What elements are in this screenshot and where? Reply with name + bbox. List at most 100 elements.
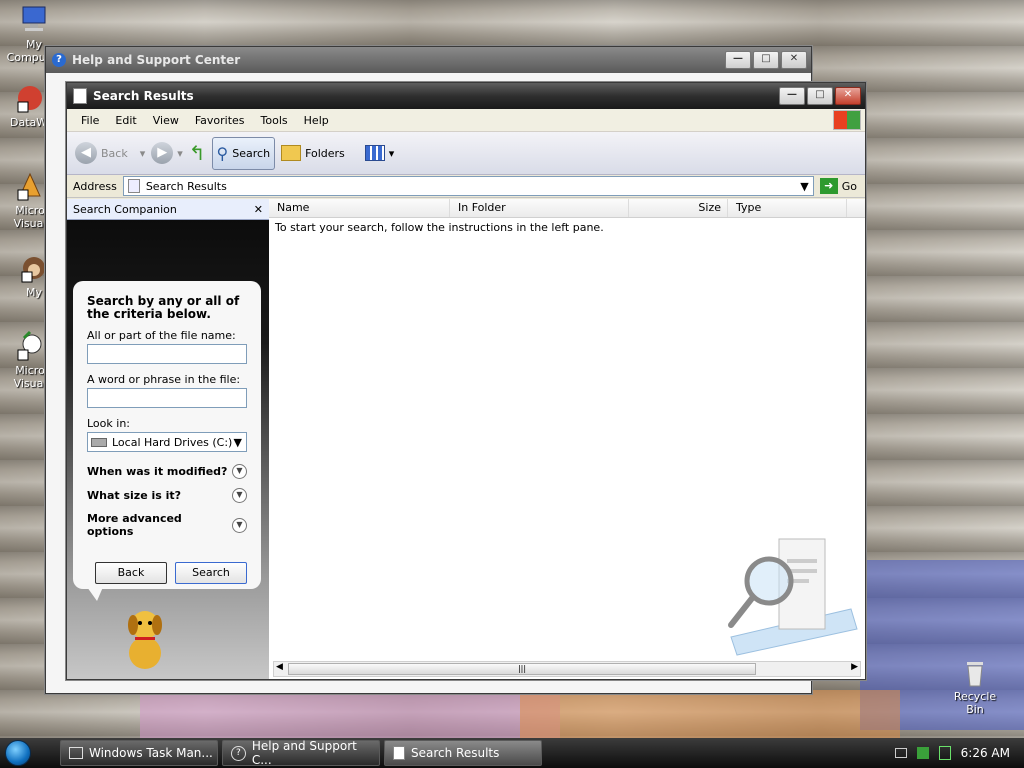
- chevron-down-icon: ▾: [388, 146, 395, 160]
- close-icon[interactable]: ✕: [254, 203, 263, 216]
- address-bar: Address Search Results ▼ ➜ Go: [67, 175, 865, 198]
- forward-arrow-icon: ▶: [151, 142, 174, 164]
- address-input[interactable]: Search Results ▼: [122, 176, 814, 196]
- search-companion-title: Search Companion: [73, 202, 177, 216]
- folders-button[interactable]: Folders: [281, 145, 345, 161]
- file-name-label: All or part of the file name:: [87, 329, 236, 342]
- expand-chevron-icon: ▼: [232, 517, 247, 533]
- option-label: What size is it?: [87, 489, 182, 502]
- visual-studio-icon: [14, 170, 46, 202]
- column-type[interactable]: Type: [728, 199, 847, 217]
- desktop-icon-label: My: [25, 286, 42, 299]
- taskbar-search-results[interactable]: Search Results: [384, 740, 542, 766]
- column-size[interactable]: Size: [629, 199, 728, 217]
- column-name[interactable]: Name: [269, 199, 450, 217]
- magnifier-icon: ⚲: [216, 143, 229, 163]
- desktop-icon-recycle-bin[interactable]: Recycle Bin: [944, 656, 1006, 716]
- column-in-folder[interactable]: In Folder: [450, 199, 629, 217]
- phrase-input[interactable]: [87, 388, 247, 408]
- window-title: Search Results: [93, 89, 194, 103]
- up-folder-button[interactable]: ↰: [189, 141, 206, 165]
- menu-view[interactable]: View: [145, 114, 187, 127]
- balloon-tail: [87, 587, 103, 601]
- taskbar-task-manager[interactable]: Windows Task Man...: [60, 740, 218, 766]
- option-size[interactable]: What size is it? ▼: [87, 488, 247, 503]
- taskbar-help-support[interactable]: ? Help and Support C...: [222, 739, 380, 767]
- search-dog-icon: [117, 603, 173, 673]
- task-label: Search Results: [411, 746, 500, 760]
- address-dropdown-arrow[interactable]: ▼: [800, 180, 808, 193]
- search-companion-pane: Search Companion ✕ Search by any or all …: [67, 199, 269, 679]
- keyboard-icon[interactable]: [894, 748, 907, 758]
- back-button[interactable]: ◀ Back ▾: [75, 142, 145, 164]
- go-button[interactable]: ➜ Go: [819, 178, 857, 194]
- close-button[interactable]: ✕: [835, 87, 861, 105]
- look-in-select[interactable]: Local Hard Drives (C:) ▼: [87, 432, 247, 452]
- start-button[interactable]: [0, 738, 36, 768]
- look-in-value: Local Hard Drives (C:): [112, 435, 233, 449]
- minimize-button[interactable]: —: [725, 51, 751, 69]
- monitor-icon[interactable]: [938, 746, 951, 760]
- search-toolbar-button[interactable]: ⚲ Search: [211, 136, 276, 170]
- task-label: Windows Task Man...: [89, 746, 213, 760]
- search-companion-header: Search Companion ✕: [67, 199, 269, 220]
- horizontal-scrollbar[interactable]: ◀ ||| ▶: [273, 661, 861, 677]
- maximize-button[interactable]: □: [753, 51, 779, 69]
- help-icon: ?: [52, 53, 66, 67]
- chevron-down-icon: ▾: [177, 146, 183, 160]
- desktop-icon-label: Recycle Bin: [953, 690, 997, 716]
- network-icon[interactable]: [916, 747, 929, 759]
- file-name-input[interactable]: [87, 344, 247, 364]
- help-window-titlebar[interactable]: ? Help and Support Center — □ ✕: [46, 47, 811, 73]
- expand-chevron-icon: ▼: [232, 488, 247, 503]
- maximize-button[interactable]: □: [807, 87, 833, 105]
- minimize-button[interactable]: —: [779, 87, 805, 105]
- option-label: More advanced options: [87, 512, 182, 538]
- scroll-left-arrow-icon[interactable]: ◀: [276, 662, 283, 672]
- go-label: Go: [841, 179, 857, 193]
- look-in-label: Look in:: [87, 417, 130, 430]
- desktop-icon-label: Micro Visual: [13, 364, 47, 390]
- visual-studio-icon: [14, 330, 46, 362]
- back-arrow-icon: ◀: [75, 142, 97, 164]
- option-label: When was it modified?: [87, 465, 228, 478]
- menu-edit[interactable]: Edit: [107, 114, 144, 127]
- chevron-down-icon: ▾: [139, 146, 146, 160]
- task-label: Help and Support C...: [251, 739, 357, 767]
- menu-bar: File Edit View Favorites Tools Help: [67, 109, 865, 132]
- option-when-modified[interactable]: When was it modified? ▼: [87, 464, 247, 479]
- phrase-label: A word or phrase in the file:: [87, 373, 241, 386]
- address-label: Address: [73, 179, 117, 193]
- search-results-window[interactable]: Search Results — □ ✕ File Edit View Favo…: [66, 82, 866, 680]
- companion-back-button[interactable]: Back: [95, 562, 167, 584]
- folders-label: Folders: [305, 146, 345, 160]
- results-column-header: Name In Folder Size Type: [269, 199, 865, 218]
- desktop-wallpaper-pinkarea: [140, 690, 560, 738]
- scroll-thumb[interactable]: |||: [288, 663, 756, 675]
- forward-button[interactable]: ▶ ▾: [151, 142, 183, 164]
- taskbar: Windows Task Man... ? Help and Support C…: [0, 738, 1024, 768]
- address-value: Search Results: [145, 179, 227, 193]
- search-window-icon: [73, 88, 87, 104]
- empty-results-message: To start your search, follow the instruc…: [275, 221, 604, 234]
- menu-favorites[interactable]: Favorites: [187, 114, 253, 127]
- scroll-right-arrow-icon[interactable]: ▶: [851, 662, 858, 672]
- expand-chevron-icon: ▼: [232, 464, 247, 479]
- menu-tools[interactable]: Tools: [253, 114, 296, 127]
- help-icon: ?: [231, 745, 246, 761]
- views-button[interactable]: ▾: [364, 145, 395, 161]
- clock[interactable]: 6:26 AM: [961, 746, 1010, 760]
- desktop-icon-label: DataWi: [10, 116, 50, 129]
- up-arrow-icon: ↰: [188, 141, 206, 165]
- go-arrow-icon: ➜: [819, 178, 838, 194]
- option-advanced[interactable]: More advanced options ▼: [87, 512, 247, 538]
- companion-search-button[interactable]: Search: [175, 562, 247, 584]
- close-button[interactable]: ✕: [781, 51, 807, 69]
- computer-icon: [18, 4, 50, 36]
- menu-file[interactable]: File: [73, 114, 107, 127]
- search-window-titlebar[interactable]: Search Results — □ ✕: [67, 83, 865, 109]
- search-illustration-icon: [721, 529, 861, 659]
- chevron-down-icon: ▼: [233, 435, 242, 449]
- search-page-icon: [127, 179, 140, 193]
- menu-help[interactable]: Help: [296, 114, 337, 127]
